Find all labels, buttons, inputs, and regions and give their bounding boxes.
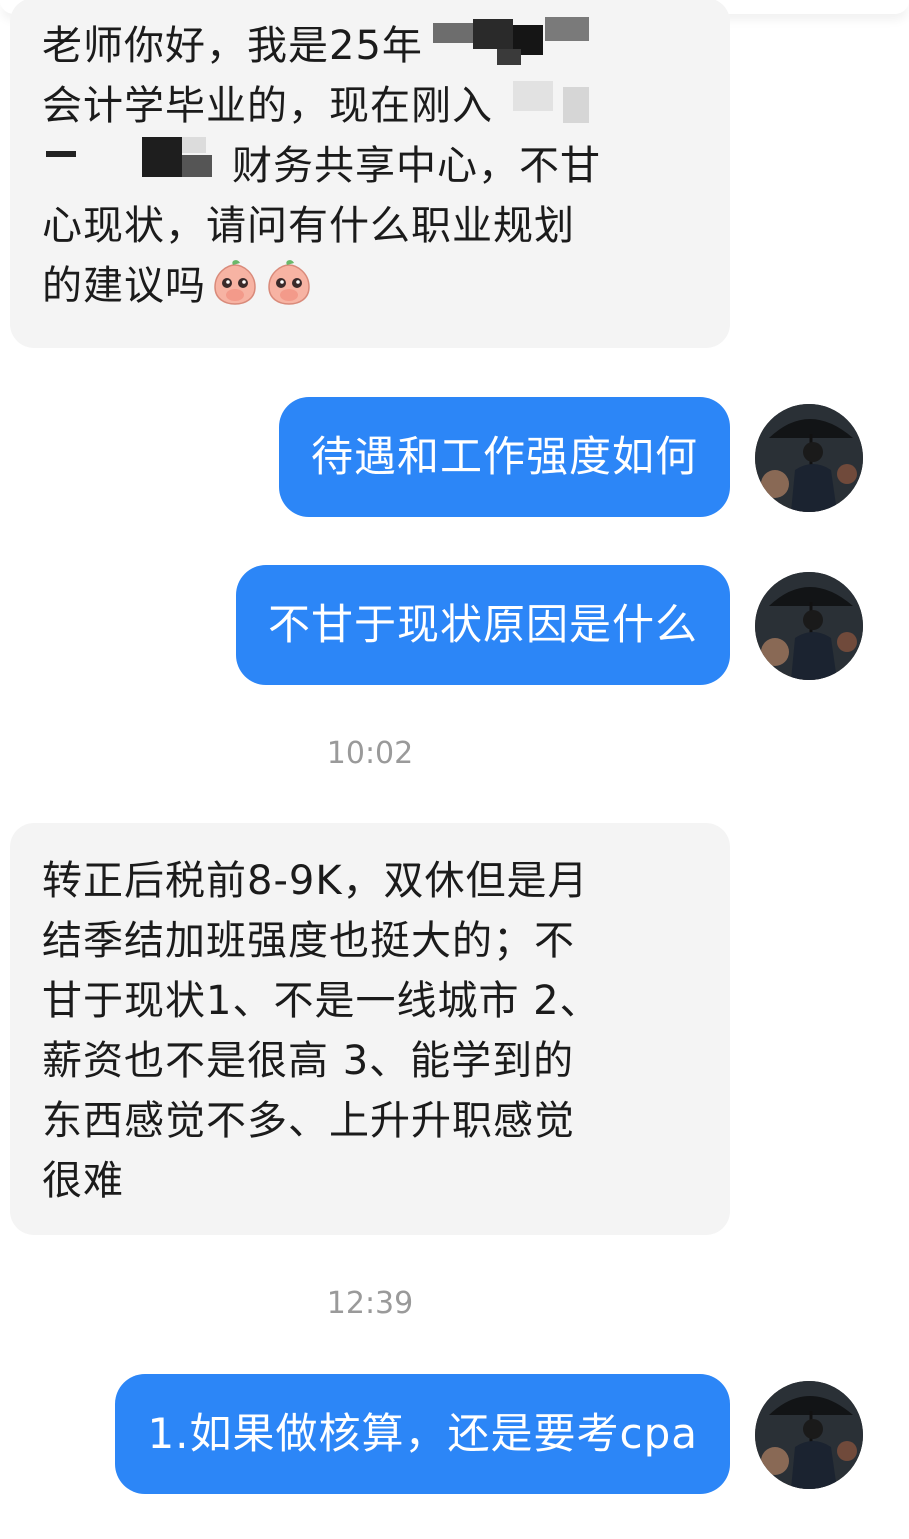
outgoing-message-bubble[interactable]: 不甘于现状原因是什么 xyxy=(235,565,730,685)
message-text: 不甘于现状原因是什么 xyxy=(267,600,698,649)
user-avatar[interactable] xyxy=(755,1381,863,1489)
message-timestamp: 12:39 xyxy=(326,1286,414,1321)
message-text-line: 财务共享中心，不甘 xyxy=(232,143,601,189)
message-text-line: 会计学毕业的，现在刚入 xyxy=(42,83,493,129)
message-text-line: 的建议吗 xyxy=(42,263,206,309)
peach-emoji-icon xyxy=(268,260,310,305)
message-text-line: 薪资也不是很高 3、能学到的 xyxy=(42,1038,575,1084)
outgoing-message-bubble[interactable]: 1.如果做核算，还是要考cpa xyxy=(115,1374,730,1494)
message-text-line: 转正后税前8-9K，双休但是月 xyxy=(42,858,589,904)
outgoing-message-bubble[interactable]: 待遇和工作强度如何 xyxy=(278,397,730,517)
peach-emoji-icon xyxy=(214,260,256,305)
message-text-line: 东西感觉不多、上升升职感觉 xyxy=(42,1098,575,1144)
message-text-line: 老师你好，我是25年 xyxy=(42,23,423,69)
message-text: 待遇和工作强度如何 xyxy=(310,432,698,481)
privacy-mosaic xyxy=(423,17,593,65)
incoming-message-bubble[interactable]: 老师你好，我是25年 会计学毕业的，现在刚入 财务共享中心，不甘 心现状，请问有… xyxy=(10,0,730,348)
user-avatar[interactable] xyxy=(755,404,863,512)
message-text-line: 很难 xyxy=(42,1158,124,1204)
man-with-umbrella-icon xyxy=(755,1381,863,1489)
privacy-mosaic xyxy=(493,77,603,125)
message-text-line: 甘于现状1、不是一线城市 2、 xyxy=(42,978,601,1024)
message-text-line: 结季结加班强度也挺大的；不 xyxy=(42,918,575,964)
message-text: 1.如果做核算，还是要考cpa xyxy=(147,1409,698,1458)
man-with-umbrella-icon xyxy=(755,404,863,512)
message-text-line: 心现状，请问有什么职业规划 xyxy=(42,203,575,249)
message-timestamp: 10:02 xyxy=(326,736,414,771)
privacy-mosaic xyxy=(42,137,232,185)
man-with-umbrella-icon xyxy=(755,572,863,680)
user-avatar[interactable] xyxy=(755,572,863,680)
incoming-message-bubble[interactable]: 转正后税前8-9K，双休但是月 结季结加班强度也挺大的；不 甘于现状1、不是一线… xyxy=(10,823,730,1235)
